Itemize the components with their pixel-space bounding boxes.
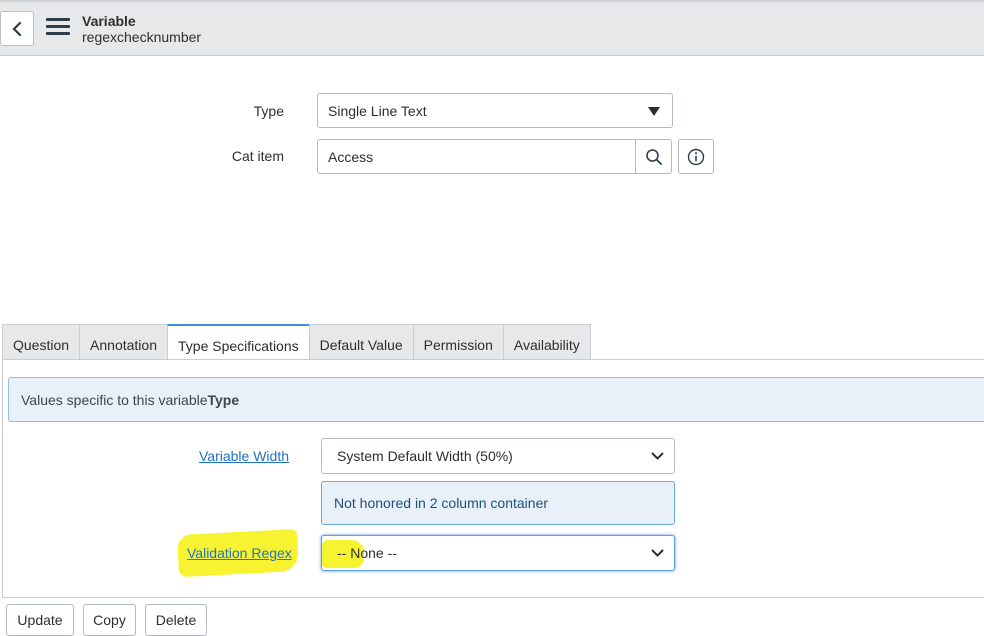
variable-width-select[interactable]: System Default Width (50%) (321, 438, 675, 474)
tab-annotation[interactable]: Annotation (79, 324, 168, 360)
info-banner: Values specific to this variable Type (8, 377, 984, 422)
copy-button[interactable]: Copy (83, 604, 136, 636)
cat-item-input[interactable]: Access (317, 139, 637, 174)
cat-item-label: Cat item (231, 148, 284, 164)
info-banner-bold: Type (207, 391, 240, 408)
chevron-down-icon (651, 549, 664, 557)
hamburger-menu-icon[interactable] (46, 18, 70, 40)
validation-regex-label[interactable]: Validation Regex (187, 545, 292, 561)
update-button[interactable]: Update (6, 604, 74, 636)
tab-availability[interactable]: Availability (502, 324, 591, 360)
tab-question[interactable]: Question (2, 324, 81, 360)
type-label: Type (253, 103, 284, 119)
record-name: regexchecknumber (82, 29, 202, 45)
chevron-down-icon (651, 452, 664, 460)
variable-width-value: System Default Width (50%) (337, 448, 513, 464)
lookup-button[interactable] (635, 139, 672, 174)
width-note-text: Not honored in 2 column container (334, 495, 549, 511)
validation-regex-select[interactable]: -- None -- (321, 535, 675, 571)
variable-width-label[interactable]: Variable Width (199, 448, 289, 464)
tab-permission[interactable]: Permission (412, 324, 504, 360)
record-type-title: Variable (82, 13, 136, 29)
chevron-left-icon (12, 21, 22, 36)
width-note: Not honored in 2 column container (321, 481, 675, 525)
search-icon (645, 148, 662, 165)
cat-item-value: Access (328, 148, 374, 165)
section-tabs: Question Annotation Type Specifications … (2, 324, 591, 361)
back-button[interactable] (0, 11, 34, 46)
type-select-value: Single Line Text (328, 102, 427, 119)
caret-down-icon (648, 106, 660, 116)
record-header: Variable regexchecknumber (0, 0, 984, 56)
tab-type-specifications[interactable]: Type Specifications (167, 324, 310, 361)
type-select[interactable]: Single Line Text (317, 93, 673, 128)
delete-button[interactable]: Delete (145, 604, 207, 636)
tab-default-value[interactable]: Default Value (308, 324, 414, 360)
info-banner-text: Values specific to this variable (21, 391, 208, 408)
info-icon (687, 148, 705, 165)
preview-record-button[interactable] (678, 139, 714, 174)
validation-regex-value: -- None -- (337, 545, 397, 561)
